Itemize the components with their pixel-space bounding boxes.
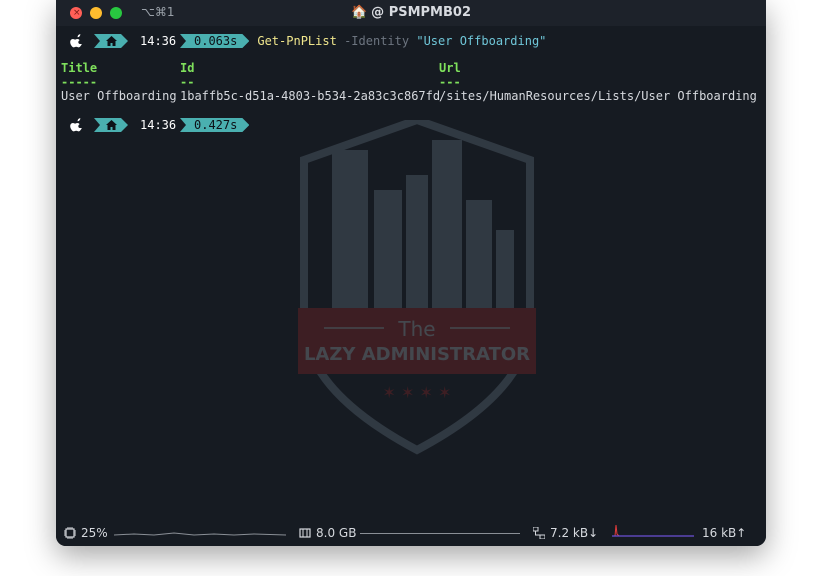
- house-icon: 🏠: [350, 5, 368, 20]
- memory-status: 8.0 GB: [299, 526, 356, 540]
- output-header-title: Title: [61, 61, 98, 75]
- cpu-value: 25%: [81, 526, 108, 540]
- duration-segment: 0.063s: [180, 34, 249, 48]
- net-up-value: 16 kB↑: [702, 526, 747, 540]
- output-cell-id: 1baffb5c-d51a-4803-b534-2a83c3c867fd: [180, 89, 441, 103]
- memory-icon: [299, 528, 311, 538]
- network-icon: [533, 527, 545, 539]
- cpu-icon: [64, 527, 76, 539]
- network-graph: [612, 524, 694, 537]
- command-param: -Identity: [344, 34, 410, 48]
- output-cell-url: /sites/HumanResources/Lists/User Offboar…: [439, 89, 757, 103]
- prompt-line-2: 14:36 0.427s: [70, 117, 249, 133]
- duration-text: 0.063s: [194, 34, 238, 48]
- prompt-time: 14:36: [140, 34, 177, 48]
- prompt-line-1: 14:36 0.063s Get-PnPList -Identity "User…: [70, 33, 546, 49]
- output-cell-title: User Offboarding: [61, 89, 177, 103]
- duration-text: 0.427s: [194, 118, 238, 132]
- network-down-status: 7.2 kB↓: [533, 526, 598, 540]
- status-bar: 25% 8.0 GB 7.2 kB↓ 16 kB↑: [56, 520, 766, 546]
- home-segment: [94, 34, 128, 48]
- terminal-content[interactable]: 14:36 0.063s Get-PnPList -Identity "User…: [56, 26, 766, 520]
- cpu-graph: [114, 532, 286, 536]
- output-sep-id: --: [180, 75, 195, 89]
- home-icon: [106, 120, 117, 130]
- memory-value: 8.0 GB: [316, 526, 357, 540]
- terminal-window: × ⌥⌘1 🏠 @ PSMPMB02 The LAZY ADMINISTRATOR…: [56, 0, 766, 546]
- net-down-value: 7.2 kB↓: [550, 526, 599, 540]
- home-icon: [106, 36, 117, 46]
- network-up-status: 16 kB↑: [702, 526, 746, 540]
- apple-icon: [70, 118, 82, 132]
- output-sep-url: ---: [439, 75, 461, 89]
- duration-segment: 0.427s: [180, 118, 249, 132]
- title-bar: × ⌥⌘1 🏠 @ PSMPMB02: [56, 0, 766, 26]
- output-sep-title: -----: [61, 75, 98, 89]
- output-header-id: Id: [180, 61, 195, 75]
- window-title-text: @ PSMPMB02: [371, 5, 471, 20]
- command-line: Get-PnPList -Identity "User Offboarding": [257, 34, 546, 48]
- cpu-status: 25%: [64, 526, 108, 540]
- home-segment: [94, 118, 128, 132]
- output-header-url: Url: [439, 61, 461, 75]
- command-name: Get-PnPList: [257, 34, 337, 48]
- window-title: 🏠 @ PSMPMB02: [56, 5, 766, 20]
- memory-graph: [360, 533, 520, 534]
- command-value: "User Offboarding": [416, 34, 547, 48]
- apple-icon: [70, 34, 82, 48]
- prompt-time: 14:36: [140, 118, 177, 132]
